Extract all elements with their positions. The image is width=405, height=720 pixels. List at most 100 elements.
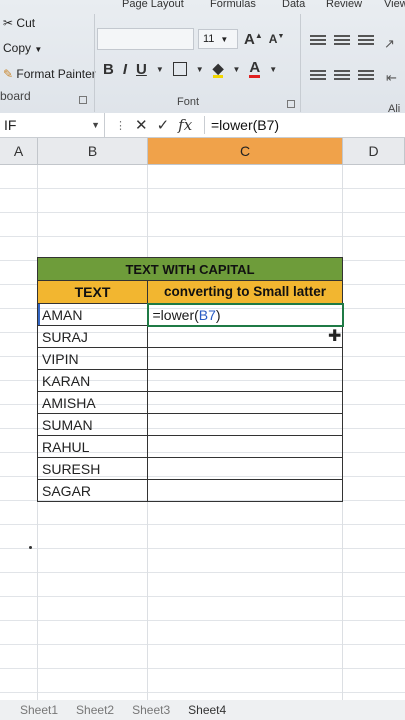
- result-cell[interactable]: [147, 325, 343, 348]
- column-header-b[interactable]: B: [38, 138, 148, 165]
- format-painter-label: Format Painter: [16, 67, 96, 81]
- sheet-tabs: Sheet1 Sheet2 Sheet3 Sheet4: [0, 700, 405, 720]
- tab-view[interactable]: View: [384, 0, 405, 10]
- font-name-input[interactable]: [97, 28, 194, 50]
- shrink-font-button[interactable]: A▼: [269, 32, 285, 46]
- sheet-tab-4[interactable]: Sheet4: [188, 703, 226, 717]
- indent-icon[interactable]: ⇤: [386, 70, 397, 86]
- sheet-tab-2[interactable]: Sheet2: [76, 703, 114, 717]
- table-row: SUMAN: [37, 413, 343, 436]
- fill-color-icon[interactable]: ◆: [212, 61, 224, 78]
- grow-font-icon: A: [244, 30, 255, 48]
- font-launcher-icon[interactable]: [287, 100, 295, 108]
- copy-label: Copy: [3, 41, 32, 55]
- italic-button[interactable]: I: [123, 61, 127, 78]
- tab-review[interactable]: Review: [326, 0, 362, 10]
- tab-data[interactable]: Data: [282, 0, 305, 10]
- chevron-down-icon[interactable]: ▼: [91, 120, 100, 130]
- vertical-align-group: [310, 35, 374, 45]
- column-header-a[interactable]: A: [0, 138, 38, 165]
- column-header-c[interactable]: C: [148, 138, 343, 165]
- chevron-down-icon[interactable]: ▼: [196, 65, 204, 74]
- chevron-down-icon[interactable]: ▼: [232, 65, 240, 74]
- font-row: 11 ▼ A▲ A▼: [97, 27, 284, 51]
- active-formula-cell[interactable]: =lower(B7): [146, 302, 344, 327]
- column-header-d[interactable]: D: [343, 138, 405, 165]
- result-cell[interactable]: [147, 457, 343, 480]
- formula-input[interactable]: =lower(B7): [211, 113, 279, 137]
- result-cell[interactable]: [147, 369, 343, 392]
- header-text[interactable]: TEXT: [37, 280, 148, 304]
- sheet-tab-3[interactable]: Sheet3: [132, 703, 170, 717]
- cancel-icon[interactable]: ✕: [135, 116, 148, 134]
- name-cell[interactable]: AMAN: [37, 303, 148, 326]
- group-divider: [300, 14, 301, 112]
- data-table: TEXT WITH CAPITAL TEXT converting to Sma…: [37, 257, 344, 502]
- table-row: SURESH: [37, 457, 343, 480]
- result-cell[interactable]: [147, 391, 343, 414]
- middle-align-icon[interactable]: [334, 35, 350, 45]
- cut-label: Cut: [16, 16, 36, 30]
- sheet-tab-1[interactable]: Sheet1: [20, 703, 58, 717]
- tab-formulas[interactable]: Formulas: [210, 0, 256, 10]
- more-options-icon[interactable]: ⋮: [115, 119, 126, 132]
- name-cell[interactable]: VIPIN: [37, 347, 148, 370]
- format-painter-icon: ✎: [3, 67, 14, 81]
- table-row: VIPIN: [37, 347, 343, 370]
- formula-prefix: =lower(: [152, 306, 199, 323]
- format-painter-button[interactable]: ✎ Format Painter: [3, 67, 96, 81]
- font-color-button[interactable]: A: [249, 60, 261, 78]
- align-center-icon[interactable]: [334, 70, 350, 80]
- name-cell[interactable]: SAGAR: [37, 479, 148, 502]
- name-box-value: IF: [4, 117, 17, 133]
- enter-icon[interactable]: ✓: [157, 116, 170, 134]
- table-row: AMISHA: [37, 391, 343, 414]
- header-lowercase[interactable]: converting to Small latter: [147, 280, 343, 304]
- name-cell[interactable]: SURESH: [37, 457, 148, 480]
- align-right-icon[interactable]: [358, 70, 374, 80]
- clipboard-group-label: board: [0, 89, 31, 103]
- table-row: RAHUL: [37, 435, 343, 458]
- clipboard-launcher-icon[interactable]: [79, 96, 87, 104]
- mouse-cursor-icon: ✚: [328, 328, 342, 345]
- border-icon[interactable]: [172, 62, 187, 76]
- result-cell[interactable]: [147, 347, 343, 370]
- name-cell[interactable]: RAHUL: [37, 435, 148, 458]
- grow-font-button[interactable]: A▲: [244, 31, 263, 48]
- result-cell[interactable]: [147, 413, 343, 436]
- font-size-value: 11: [203, 33, 215, 45]
- bold-button[interactable]: B: [103, 61, 114, 78]
- result-cell[interactable]: [147, 435, 343, 458]
- name-cell[interactable]: SURAJ: [37, 325, 148, 348]
- font-group-label: Font: [177, 96, 200, 108]
- insert-function-icon[interactable]: fx: [178, 116, 192, 134]
- group-divider: [94, 14, 95, 112]
- horizontal-align-group: [310, 70, 374, 80]
- table-row: KARAN: [37, 369, 343, 392]
- result-cell[interactable]: [147, 479, 343, 502]
- chevron-down-icon: ▼: [220, 34, 229, 44]
- font-format-row: B I U ▼ ▼ ◆ ▼ A ▼: [103, 60, 277, 78]
- stray-dot: [29, 546, 32, 549]
- table-row: SAGAR: [37, 479, 343, 502]
- name-cell[interactable]: SUMAN: [37, 413, 148, 436]
- underline-button[interactable]: U: [136, 61, 147, 78]
- top-align-icon[interactable]: [310, 35, 326, 45]
- align-left-icon[interactable]: [310, 70, 326, 80]
- cut-button[interactable]: ✂ Cut: [3, 16, 35, 30]
- bottom-align-icon[interactable]: [358, 35, 374, 45]
- copy-button[interactable]: Copy ▼: [3, 41, 42, 55]
- table-row: AMAN =lower(B7): [37, 302, 344, 327]
- formula-reference: B7: [198, 306, 216, 323]
- chevron-down-icon[interactable]: ▼: [156, 65, 164, 74]
- font-size-input[interactable]: 11 ▼: [198, 29, 238, 49]
- formula-suffix: ): [215, 306, 221, 323]
- table-title[interactable]: TEXT WITH CAPITAL: [37, 257, 343, 281]
- name-box[interactable]: IF ▼: [0, 113, 105, 137]
- chevron-down-icon[interactable]: ▼: [269, 65, 277, 74]
- ribbon: Page Layout Formulas Data Review View ✂ …: [0, 0, 405, 115]
- tab-page-layout[interactable]: Page Layout: [122, 0, 184, 10]
- orientation-icon[interactable]: ↗: [384, 36, 395, 52]
- name-cell[interactable]: AMISHA: [37, 391, 148, 414]
- name-cell[interactable]: KARAN: [37, 369, 148, 392]
